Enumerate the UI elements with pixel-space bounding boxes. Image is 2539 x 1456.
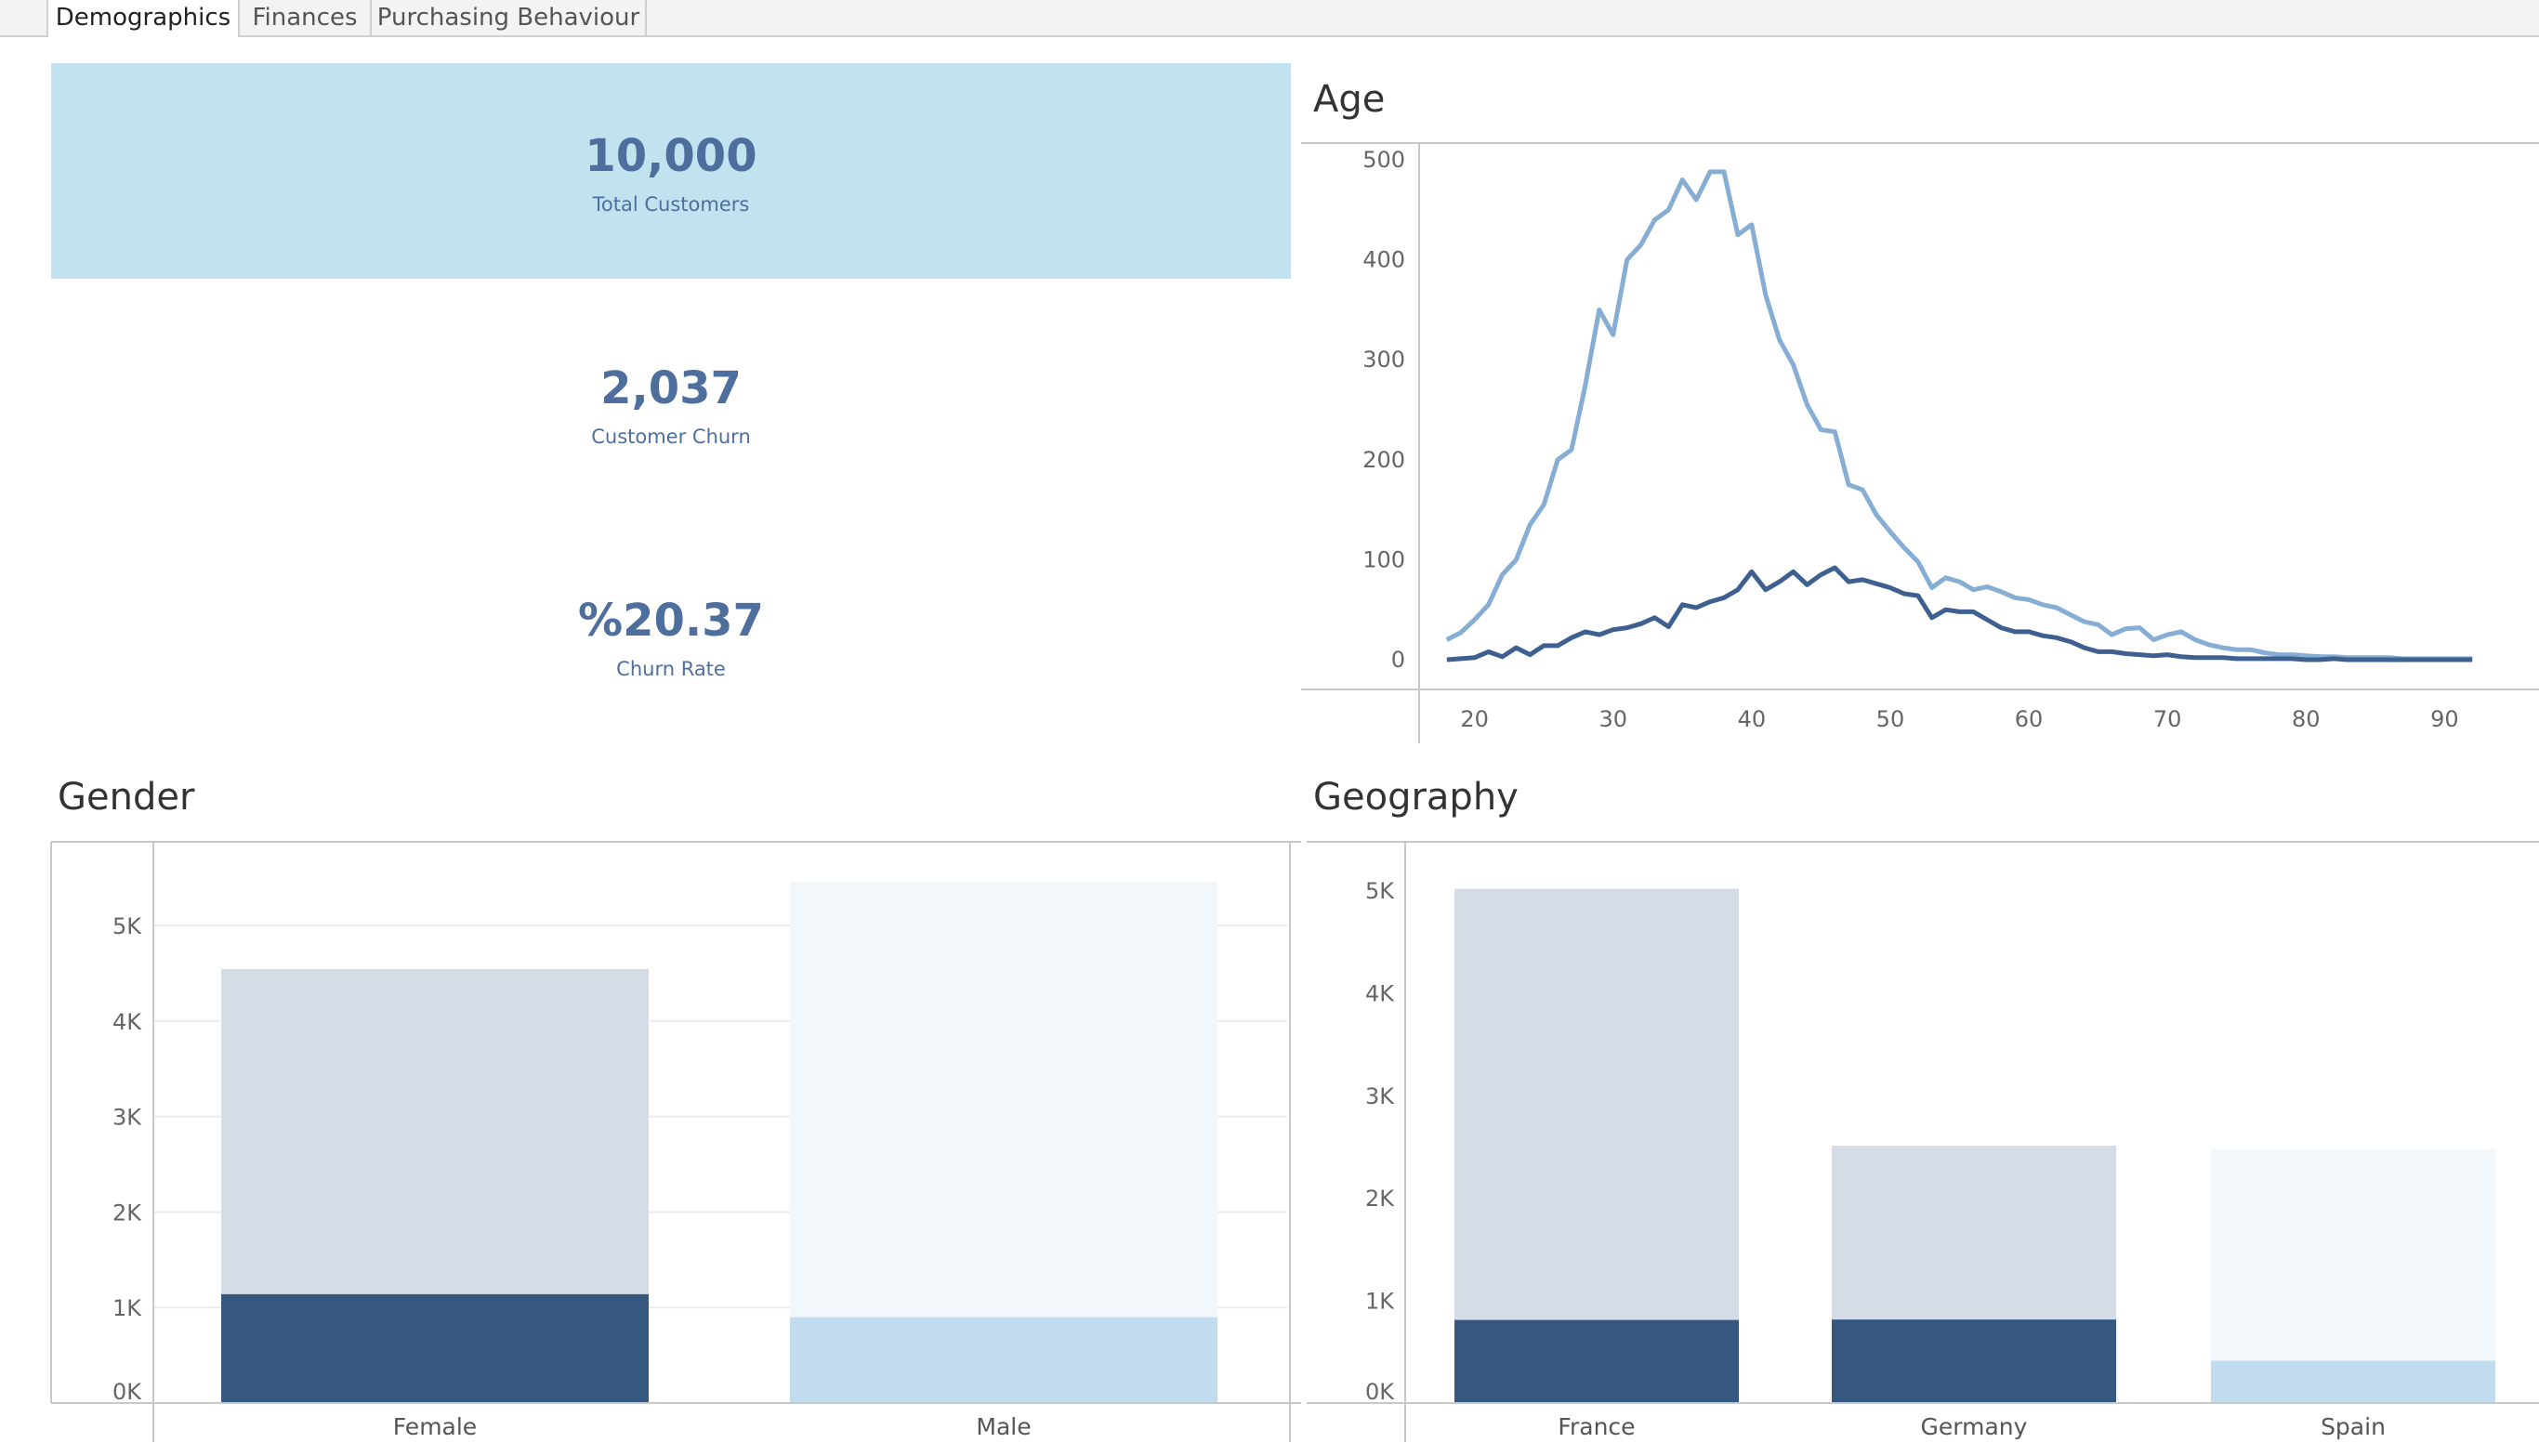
gender-y-tick-label: 1K — [112, 1295, 142, 1321]
geography-y-tick-label: 0K — [1365, 1379, 1395, 1405]
tab-demographics[interactable]: Demographics — [46, 0, 240, 37]
kpi-churn-rate-value: %20.37 — [578, 595, 764, 647]
age-series-line-a — [1445, 169, 2473, 662]
age-x-tick-label: 30 — [1598, 706, 1627, 732]
geography-bar-churn — [2211, 1360, 2495, 1403]
age-y-tick-label: 100 — [1362, 546, 1405, 572]
geography-category-label: France — [1558, 1413, 1635, 1440]
age-chart-title: Age — [1313, 78, 1386, 121]
geography-y-tick-label: 4K — [1365, 980, 1395, 1006]
gender-y-tick-label: 4K — [112, 1009, 142, 1035]
gender-category-label: Male — [976, 1413, 1031, 1440]
geography-category-label: Spain — [2321, 1413, 2386, 1440]
geography-y-tick-label: 2K — [1365, 1186, 1395, 1212]
geography-bar-churn — [1454, 1319, 1739, 1403]
kpi-customer-churn: 2,037 Customer Churn — [51, 295, 1291, 511]
age-y-tick-label: 200 — [1362, 447, 1405, 473]
gender-category-label: Female — [393, 1413, 477, 1440]
gender-y-tick-label: 0K — [112, 1379, 142, 1405]
age-x-tick-label: 40 — [1738, 706, 1767, 732]
age-x-tick-label: 20 — [1460, 706, 1489, 732]
kpi-total-customers-label: Total Customers — [592, 193, 750, 216]
kpi-churn-rate-label: Churn Rate — [616, 658, 726, 680]
age-x-tick-label: 60 — [2015, 706, 2044, 732]
kpi-total-customers-value: 10,000 — [585, 130, 757, 182]
age-y-tick-label: 500 — [1362, 147, 1405, 173]
gender-bar-churn — [221, 1293, 649, 1403]
kpi-customer-churn-label: Customer Churn — [591, 426, 751, 448]
geography-y-tick-label: 3K — [1365, 1083, 1395, 1109]
kpi-customer-churn-value: 2,037 — [600, 362, 742, 414]
dashboard-tab-bar: Demographics Finances Purchasing Behavio… — [0, 0, 2539, 37]
geography-chart-title: Geography — [1313, 776, 1519, 819]
tab-finances[interactable]: Finances — [240, 0, 372, 35]
age-line-chart[interactable]: 0 100 200 300 400 500 20 30 40 50 60 70 80 90 — [1301, 139, 2539, 753]
gender-y-tick-label: 3K — [112, 1105, 142, 1131]
gender-y-tick-label: 2K — [112, 1200, 142, 1226]
age-x-tick-label: 50 — [1876, 706, 1905, 732]
age-x-tick-label: 80 — [2292, 706, 2321, 732]
kpi-total-customers: 10,000 Total Customers — [51, 63, 1291, 279]
age-y-tick-label: 400 — [1362, 247, 1405, 273]
age-x-tick-label: 90 — [2430, 706, 2459, 732]
geography-y-tick-label: 5K — [1365, 878, 1395, 904]
geography-bar-chart[interactable]: 0K 1K 2K 3K 4K 5K France Germany Spain — [1301, 836, 2539, 1449]
age-x-tick-label: 70 — [2153, 706, 2182, 732]
gender-chart-title: Gender — [58, 776, 195, 819]
gender-bar-churn — [790, 1317, 1217, 1403]
age-y-tick-label: 300 — [1362, 347, 1405, 373]
geography-y-tick-label: 1K — [1365, 1289, 1395, 1315]
geography-category-label: Germany — [1921, 1413, 2028, 1440]
age-y-tick-label: 0 — [1391, 647, 1405, 673]
kpi-churn-rate: %20.37 Churn Rate — [51, 528, 1291, 743]
gender-bar-chart[interactable]: 0K 1K 2K 3K 4K 5K Female Male — [46, 836, 1301, 1449]
tab-purchasing-behaviour[interactable]: Purchasing Behaviour — [372, 0, 647, 35]
gender-y-tick-label: 5K — [112, 913, 142, 939]
geography-bar-churn — [1832, 1319, 2116, 1403]
